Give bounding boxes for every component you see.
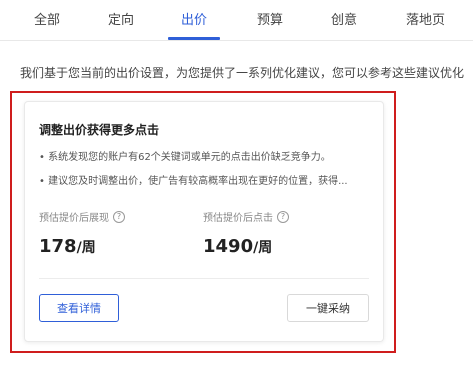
suggestion-bullet-2: • 建议您及时调整出价，使广告有较高概率出现在更好的位置，获得... bbox=[39, 176, 348, 187]
metric-label-text: 预估提价后展现 bbox=[39, 213, 109, 224]
card-divider bbox=[39, 278, 369, 279]
metric-label-impressions: 预估提价后展现 ? bbox=[39, 209, 125, 224]
metric-number: 1490 bbox=[203, 236, 254, 257]
card-title: 调整出价获得更多点击 bbox=[39, 123, 160, 137]
metric-value-clicks: 1490/周 bbox=[203, 236, 272, 257]
tab-creative[interactable]: 创意 bbox=[331, 9, 357, 28]
tab-bidding[interactable]: 出价 bbox=[181, 9, 207, 28]
metric-number: 178 bbox=[39, 236, 77, 257]
metric-unit: /周 bbox=[253, 240, 273, 256]
intro-text: 我们基于您当前的出价设置，为您提供了一系列优化建议，您可以参考这些建议优化 bbox=[20, 66, 465, 80]
metric-label-clicks: 预估提价后点击 ? bbox=[203, 209, 289, 224]
tab-targeting[interactable]: 定向 bbox=[108, 9, 134, 28]
info-circle-icon[interactable]: ? bbox=[277, 210, 289, 223]
metric-unit: /周 bbox=[76, 240, 96, 256]
tab-landing-page[interactable]: 落地页 bbox=[406, 9, 445, 28]
tab-all[interactable]: 全部 bbox=[34, 9, 60, 28]
info-circle-icon[interactable]: ? bbox=[113, 210, 125, 223]
view-details-button[interactable]: 查看详情 bbox=[39, 294, 119, 322]
metric-label-text: 预估提价后点击 bbox=[203, 213, 273, 224]
active-tab-indicator bbox=[168, 37, 220, 40]
tab-bar: 全部 定向 出价 预算 创意 落地页 bbox=[0, 0, 473, 41]
metric-value-impressions: 178/周 bbox=[39, 236, 96, 257]
suggestion-card: 调整出价获得更多点击 • 系统发现您的账户有62个关键词或单元的点击出价缺乏竞争… bbox=[24, 101, 384, 342]
tab-budget[interactable]: 预算 bbox=[257, 9, 283, 28]
suggestion-bullet-1: • 系统发现您的账户有62个关键词或单元的点击出价缺乏竞争力。 bbox=[39, 152, 331, 163]
one-click-adopt-button[interactable]: 一键采纳 bbox=[287, 294, 369, 322]
